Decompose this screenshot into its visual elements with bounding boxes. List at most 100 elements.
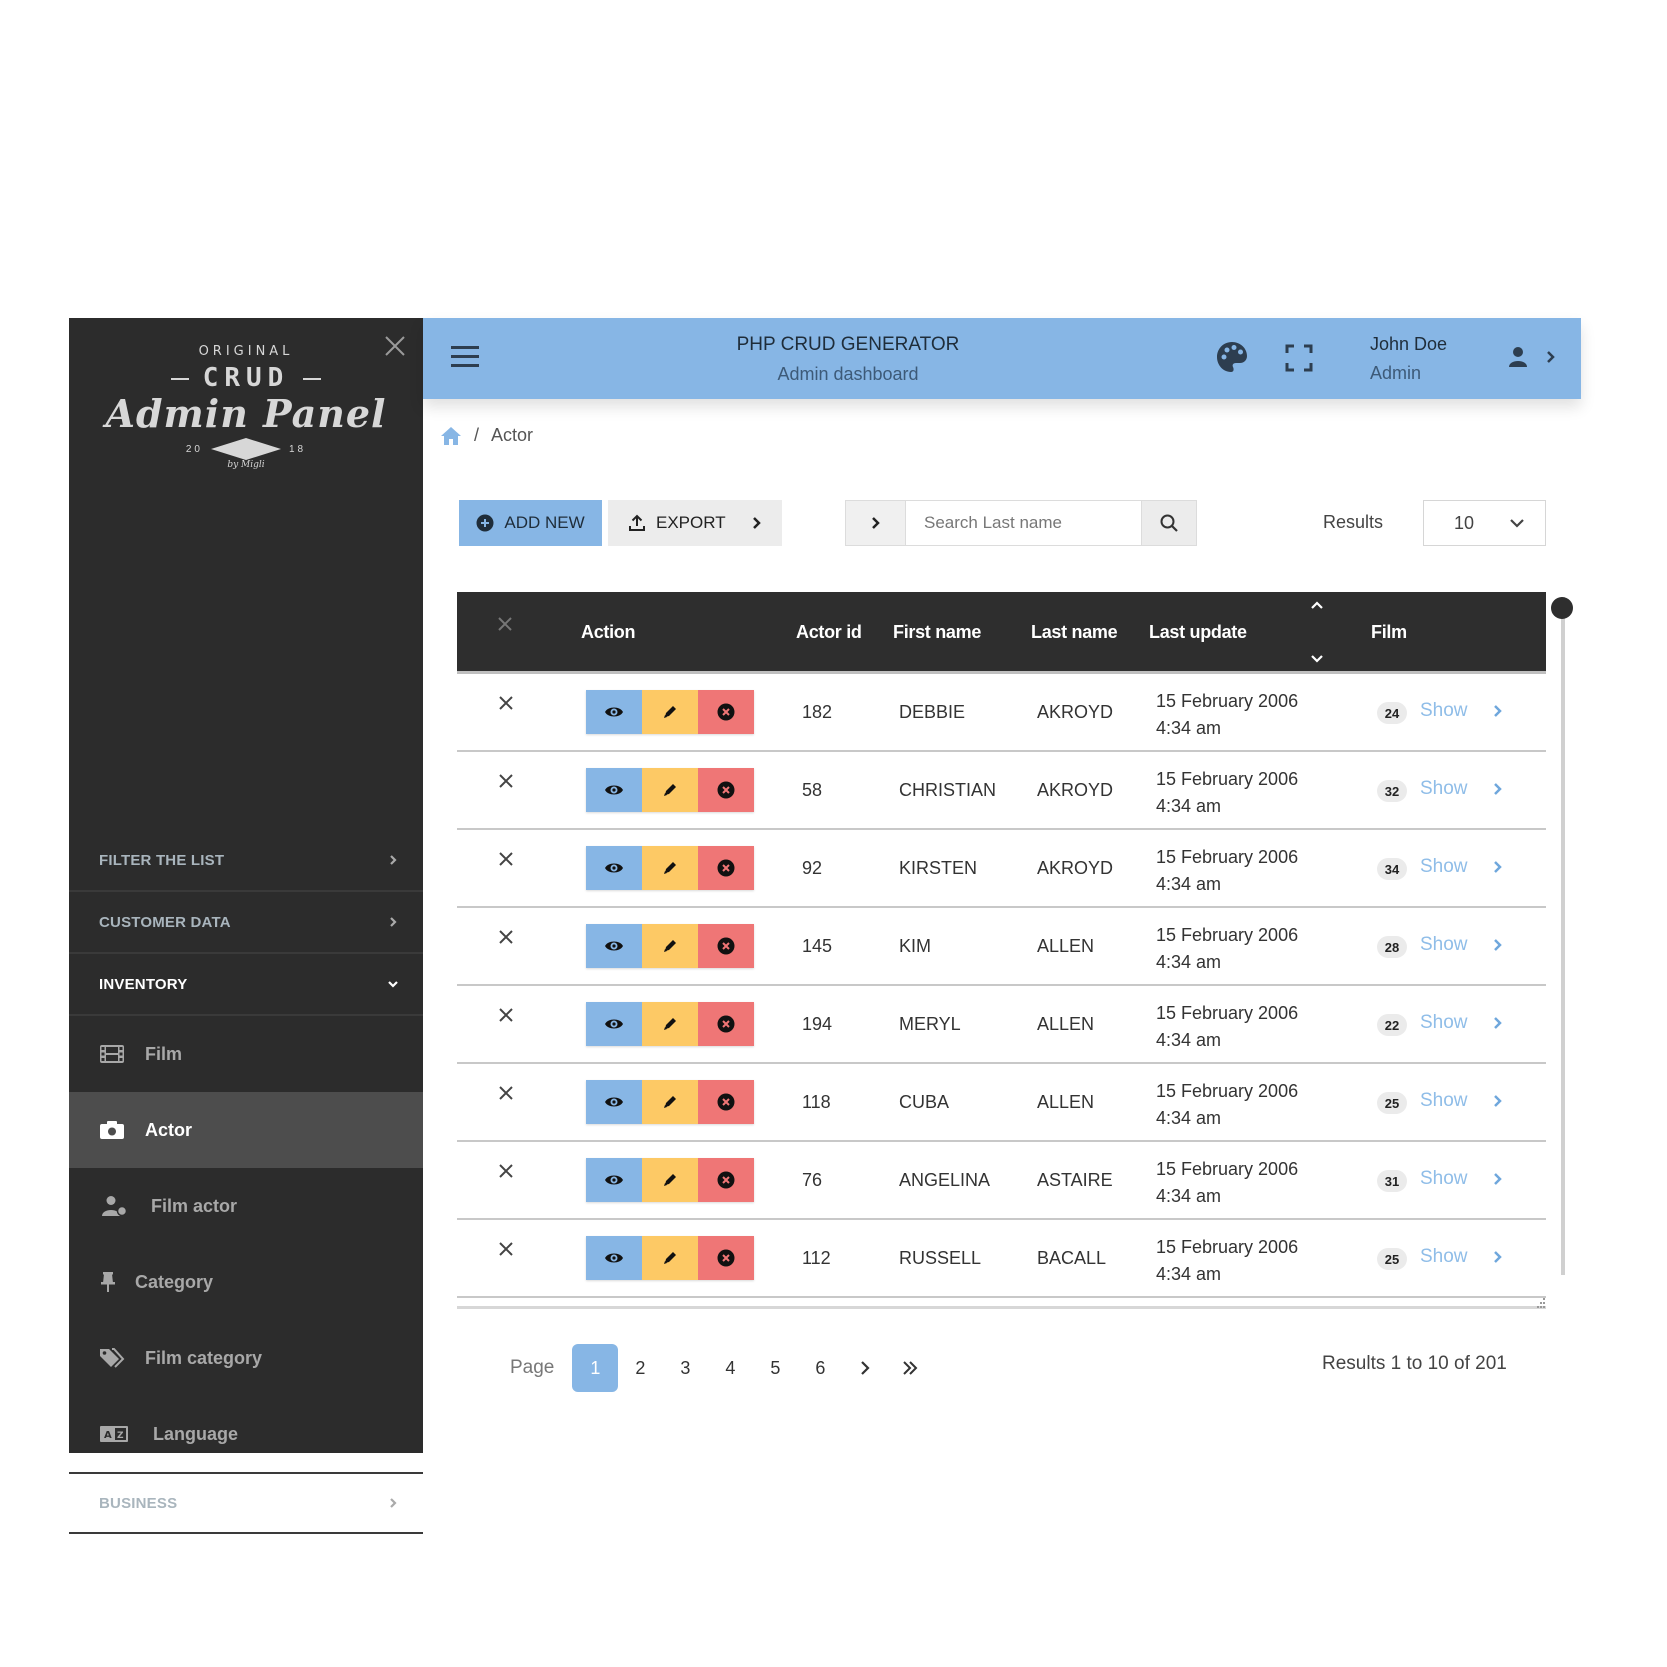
- chevron-right-icon[interactable]: [1493, 1250, 1503, 1264]
- search-button[interactable]: [1141, 501, 1196, 545]
- delete-button[interactable]: [698, 846, 754, 890]
- edit-button[interactable]: [642, 1158, 698, 1202]
- sidebar-section-inventory[interactable]: INVENTORY: [69, 954, 423, 1016]
- chevron-right-icon[interactable]: [1493, 1016, 1503, 1030]
- show-films-link[interactable]: Show: [1420, 1012, 1468, 1034]
- vertical-scrollbar-handle[interactable]: [1551, 597, 1573, 619]
- search-field-selector-button[interactable]: [846, 501, 906, 545]
- chevron-right-icon[interactable]: [1493, 1094, 1503, 1108]
- row-select-x-icon[interactable]: [499, 1164, 513, 1178]
- view-button[interactable]: [586, 1236, 642, 1280]
- row-select-x-icon[interactable]: [499, 1008, 513, 1022]
- edit-button[interactable]: [642, 1236, 698, 1280]
- hamburger-menu-icon[interactable]: [451, 346, 479, 370]
- resize-handle-icon[interactable]: [1534, 1297, 1546, 1309]
- chevron-right-icon[interactable]: [1493, 860, 1503, 874]
- delete-button[interactable]: [698, 924, 754, 968]
- edit-button[interactable]: [642, 1002, 698, 1046]
- delete-button[interactable]: [698, 1002, 754, 1046]
- show-films-link[interactable]: Show: [1420, 1246, 1468, 1268]
- page-button-3[interactable]: 3: [662, 1344, 708, 1392]
- sidebar-item-language[interactable]: AZ Language: [69, 1396, 423, 1472]
- row-select-x-icon[interactable]: [499, 1242, 513, 1256]
- clear-selection-icon[interactable]: [497, 616, 513, 632]
- edit-button[interactable]: [642, 924, 698, 968]
- cell-date: 15 February 2006: [1156, 925, 1299, 945]
- delete-button[interactable]: [698, 1158, 754, 1202]
- page-button-1[interactable]: 1: [572, 1344, 619, 1392]
- edit-button[interactable]: [642, 846, 698, 890]
- chevron-right-icon[interactable]: [1493, 782, 1503, 796]
- pagination: Page 123456: [510, 1343, 932, 1393]
- table-row: 92 KIRSTEN AKROYD 15 February 2006 4:34 am 34…: [457, 830, 1546, 908]
- results-per-page-select[interactable]: 10: [1423, 500, 1546, 546]
- show-films-link[interactable]: Show: [1420, 778, 1468, 800]
- view-button[interactable]: [586, 690, 642, 734]
- palette-icon[interactable]: [1215, 340, 1249, 374]
- sort-ascending-icon[interactable]: [1310, 600, 1324, 610]
- sidebar-section-filter[interactable]: FILTER THE LIST: [69, 830, 423, 892]
- film-count-badge: 25: [1377, 1092, 1407, 1114]
- sort-descending-icon[interactable]: [1310, 654, 1324, 664]
- logo-crud-text: CRUD: [69, 363, 423, 393]
- user-role: Admin: [1370, 363, 1422, 383]
- user-icon[interactable]: [1507, 346, 1529, 368]
- delete-button[interactable]: [698, 690, 754, 734]
- edit-button[interactable]: [642, 1080, 698, 1124]
- column-header-last-name[interactable]: Last name: [1031, 622, 1118, 643]
- chevron-right-icon[interactable]: [1493, 704, 1503, 718]
- film-count-badge: 32: [1377, 780, 1407, 802]
- show-films-link[interactable]: Show: [1420, 934, 1468, 956]
- user-menu-chevron-icon[interactable]: [1546, 350, 1556, 364]
- row-select-x-icon[interactable]: [499, 696, 513, 710]
- column-header-actor-id[interactable]: Actor id: [796, 622, 862, 643]
- view-button[interactable]: [586, 924, 642, 968]
- chevron-right-icon[interactable]: [1493, 1172, 1503, 1186]
- cell-date: 15 February 2006: [1156, 1081, 1299, 1101]
- delete-button[interactable]: [698, 768, 754, 812]
- view-button[interactable]: [586, 1002, 642, 1046]
- fullscreen-icon[interactable]: [1285, 344, 1313, 372]
- show-films-link[interactable]: Show: [1420, 1168, 1468, 1190]
- sidebar-menu: FILTER THE LIST CUSTOMER DATA INVENTORY …: [69, 830, 423, 1534]
- row-select-x-icon[interactable]: [499, 930, 513, 944]
- sidebar-item-category[interactable]: Category: [69, 1244, 423, 1320]
- page-button-4[interactable]: 4: [707, 1344, 753, 1392]
- pencil-icon: [664, 784, 676, 796]
- home-icon[interactable]: [440, 426, 462, 446]
- sidebar-item-actor[interactable]: Actor: [69, 1092, 423, 1168]
- view-button[interactable]: [586, 1080, 642, 1124]
- edit-button[interactable]: [642, 768, 698, 812]
- row-select-x-icon[interactable]: [499, 852, 513, 866]
- sidebar-section-customer-data[interactable]: CUSTOMER DATA: [69, 892, 423, 954]
- show-films-link[interactable]: Show: [1420, 700, 1468, 722]
- sidebar-item-film[interactable]: Film: [69, 1016, 423, 1092]
- cell-last-name: AKROYD: [1037, 702, 1114, 722]
- sidebar-item-film-category[interactable]: Film category: [69, 1320, 423, 1396]
- edit-button[interactable]: [642, 690, 698, 734]
- next-page-button[interactable]: [842, 1344, 888, 1392]
- row-select-x-icon[interactable]: [499, 774, 513, 788]
- view-button[interactable]: [586, 768, 642, 812]
- sidebar-item-film-actor[interactable]: Film actor: [69, 1168, 423, 1244]
- page-button-2[interactable]: 2: [617, 1344, 663, 1392]
- vertical-scrollbar-track[interactable]: [1561, 597, 1565, 1275]
- export-button[interactable]: EXPORT: [608, 500, 782, 546]
- page-button-5[interactable]: 5: [752, 1344, 798, 1392]
- show-films-link[interactable]: Show: [1420, 856, 1468, 878]
- show-films-link[interactable]: Show: [1420, 1090, 1468, 1112]
- sidebar-section-business[interactable]: BUSINESS: [69, 1472, 423, 1534]
- delete-button[interactable]: [698, 1236, 754, 1280]
- last-page-button[interactable]: [887, 1344, 933, 1392]
- add-new-button[interactable]: ADD NEW: [459, 500, 602, 546]
- row-select-x-icon[interactable]: [499, 1086, 513, 1100]
- search-input[interactable]: [906, 501, 1141, 545]
- user-info[interactable]: John Doe Admin: [1370, 334, 1447, 384]
- view-button[interactable]: [586, 846, 642, 890]
- chevron-right-icon[interactable]: [1493, 938, 1503, 952]
- column-header-last-update[interactable]: Last update: [1149, 622, 1247, 643]
- page-button-6[interactable]: 6: [797, 1344, 843, 1392]
- view-button[interactable]: [586, 1158, 642, 1202]
- column-header-first-name[interactable]: First name: [893, 622, 981, 643]
- delete-button[interactable]: [698, 1080, 754, 1124]
